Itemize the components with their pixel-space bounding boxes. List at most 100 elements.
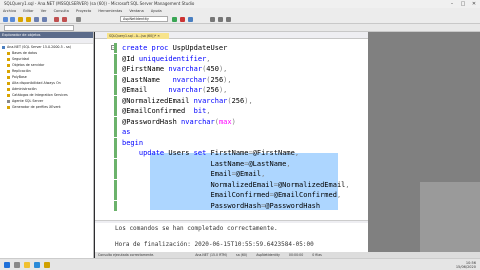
menu-window[interactable]: Ventana (129, 9, 143, 13)
code-token: @Email (122, 86, 169, 94)
code-token: ), (244, 96, 253, 105)
code-token: @EmailConfirmed (273, 191, 337, 199)
code-token: @NormalizedEmail (277, 180, 346, 189)
code-token: @FirstName (252, 149, 295, 157)
code-line[interactable]: create proc UspUpdateUser (122, 43, 227, 53)
code-line[interactable]: @NormalizedEmail nvarchar(256), (122, 96, 253, 106)
redo-icon[interactable] (62, 17, 67, 22)
code-token: nvarchar (181, 117, 215, 126)
menu-file[interactable]: Archivo (3, 9, 16, 13)
minimize-button[interactable]: – (447, 0, 457, 8)
back-icon[interactable] (3, 17, 8, 22)
code-line[interactable]: @FirstName nvarchar(450), (122, 64, 227, 74)
browser-icon[interactable] (34, 262, 40, 268)
tab-sqlquery1[interactable]: SQLQuery1.sql - A...(sa (60))* ✕ (107, 33, 169, 39)
code-token: 256 (231, 96, 245, 105)
results-to-text-icon[interactable] (218, 17, 223, 22)
code-token: , (345, 180, 350, 189)
code-line[interactable]: NormalizedEmail=@NormalizedEmail, (122, 180, 350, 190)
code-token: 256 (210, 75, 224, 84)
code-line[interactable]: @PasswordHash nvarchar(max) (122, 117, 236, 127)
cancel-query-icon[interactable] (180, 17, 185, 22)
code-token: ), (218, 86, 228, 94)
results-to-grid-icon[interactable] (210, 17, 215, 22)
code-line[interactable]: as (122, 127, 130, 137)
search-icon[interactable] (14, 262, 20, 268)
code-line[interactable]: @Id uniqueidentifier, (122, 54, 211, 64)
file-explorer-icon[interactable] (24, 262, 30, 268)
menu-tools[interactable]: Herramientas (98, 9, 122, 13)
start-icon[interactable] (4, 262, 10, 268)
code-line[interactable]: @EmailConfirmed bit, (122, 106, 211, 116)
close-button[interactable]: ✕ (469, 0, 479, 8)
system-clock[interactable]: 10:56 15/06/2020 (456, 261, 476, 269)
code-token: uniqueidentifier (138, 54, 207, 63)
code-line[interactable]: EmailConfirmed=@EmailConfirmed, (122, 190, 342, 200)
code-token: set (193, 149, 211, 157)
code-token: create proc (122, 44, 173, 52)
change-marker (114, 53, 117, 64)
code-token: nvarchar (168, 65, 203, 73)
maximize-button[interactable]: □ (458, 0, 468, 8)
code-line[interactable]: @LastName nvarchar(256), (122, 75, 232, 85)
code-token: max (218, 117, 232, 126)
change-marker (114, 106, 117, 116)
code-line[interactable]: Email=@Email, (122, 169, 266, 179)
status-text: Consulta ejecutada correctamente. (98, 253, 155, 257)
tree-node-label: PolyBase (12, 75, 27, 79)
code-token: 256 (206, 86, 219, 94)
code-line[interactable]: update Users set FirstName=@FirstName, (122, 148, 299, 158)
parse-icon[interactable] (188, 17, 193, 22)
menu-project[interactable]: Proyecto (76, 9, 91, 13)
menu-edit[interactable]: Editar (23, 9, 33, 13)
main-toolbar: AspNetIdentity (0, 15, 480, 24)
folder-icon (7, 93, 10, 97)
code-area[interactable]: − create proc UspUpdateUser@Id uniqueide… (95, 41, 368, 219)
code-token: ), (218, 65, 228, 73)
right-dock-area (368, 32, 480, 258)
menu-query[interactable]: Consulta (54, 9, 69, 13)
status-database: AspNetIdentity (256, 253, 280, 257)
folder-icon (7, 57, 10, 61)
ssms-icon[interactable] (44, 262, 50, 268)
code-line[interactable]: begin (122, 138, 143, 148)
tree-node-label: Agente SQL Server (12, 99, 44, 103)
status-server: Ana.NET (15.0 RTM) (195, 253, 228, 257)
object-explorer-panel: Explorador de objetos Ana.NET (SQL Serve… (0, 32, 94, 258)
menu-bar: Archivo Editar Ver Consulta Proyecto Her… (0, 8, 480, 15)
dock-placeholder (420, 182, 480, 258)
solution-combo[interactable] (4, 25, 74, 31)
execute-icon[interactable] (172, 17, 177, 22)
forward-icon[interactable] (10, 17, 15, 22)
new-query-icon[interactable] (18, 17, 23, 22)
undo-icon[interactable] (54, 17, 59, 22)
tree-node-label: Administración (12, 87, 37, 91)
window-titlebar: SQLQuery1.sql - Ana.NET (MSSQLSERVER) (s… (0, 0, 480, 8)
code-token: @Email (235, 170, 262, 178)
code-token: , (336, 191, 342, 199)
code-line[interactable]: LastName=@LastName, (122, 159, 291, 169)
change-marker (114, 95, 117, 106)
tree-node-label: Seguridad (12, 57, 29, 61)
save-icon[interactable] (34, 17, 39, 22)
open-file-icon[interactable] (26, 17, 31, 22)
code-token: , (286, 159, 291, 168)
menu-help[interactable]: Ayuda (151, 9, 162, 13)
code-token: 450 (206, 65, 219, 73)
database-selector[interactable]: AspNetIdentity (120, 16, 168, 22)
object-explorer-tree: Ana.NET (SQL Server 15.0.2000.5 - sa) Bas… (0, 44, 93, 110)
change-marker (114, 148, 117, 158)
document-tabstrip: SQLQuery1.sql - A...(sa (60))* ✕ (95, 32, 368, 39)
save-all-icon[interactable] (42, 17, 47, 22)
tree-node[interactable]: Generador de perfiles XEvent (0, 104, 93, 110)
tree-node-label: Objetos de servidor (12, 63, 45, 67)
tree-node-label: Alta disponibilidad Always On (12, 81, 61, 85)
change-marker (114, 179, 117, 190)
folder-icon (7, 51, 10, 55)
comment-icon[interactable] (226, 17, 231, 22)
code-line[interactable]: PasswordHash=@PasswordHash (122, 201, 321, 211)
code-line[interactable]: @Email nvarchar(256), (122, 85, 227, 95)
menu-view[interactable]: Ver (41, 9, 47, 13)
query-editor[interactable]: SQLQuery1.sql - A...(sa (60))* ✕ − creat… (95, 32, 368, 258)
